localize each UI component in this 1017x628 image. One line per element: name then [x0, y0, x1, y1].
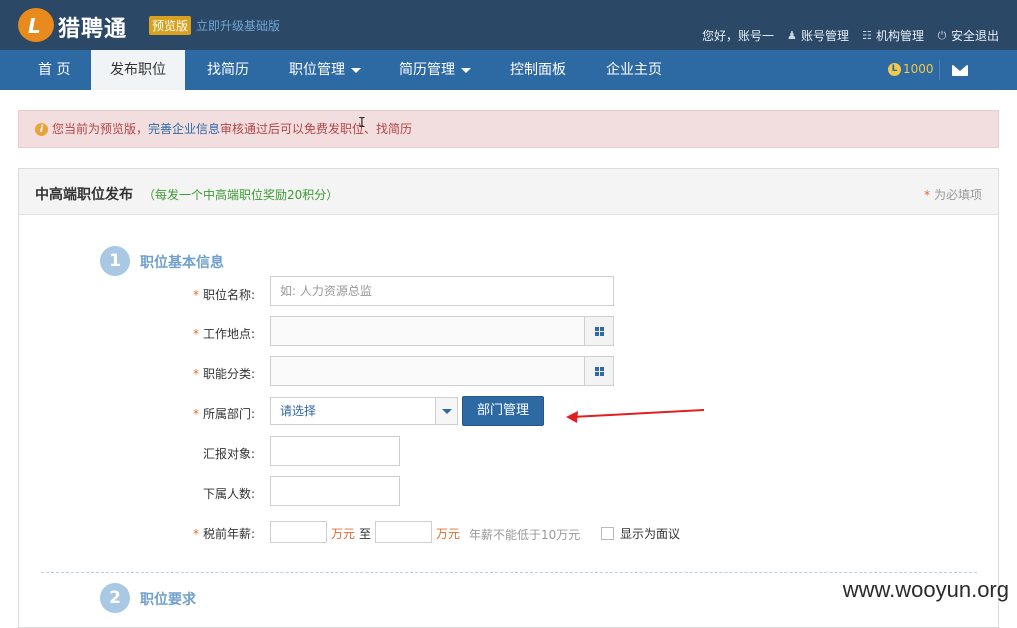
brand-name[interactable]: 猎聘通	[58, 11, 127, 43]
nav-resume-manage[interactable]: 简历管理	[380, 50, 490, 90]
required-star: *	[924, 188, 931, 202]
nav-resume-manage-label: 简历管理	[399, 62, 455, 78]
subordinates-label: 下属人数:	[202, 487, 255, 501]
nav-job-manage[interactable]: 职位管理	[270, 50, 380, 90]
location-label-text: 工作地点:	[202, 327, 255, 341]
location-picker-button[interactable]	[584, 317, 613, 345]
nav-home[interactable]: 首 页	[19, 50, 89, 90]
text-cursor-icon: I	[358, 116, 366, 131]
required-star: *	[192, 527, 199, 541]
info-icon: i	[35, 123, 48, 136]
department-label: * 所属部门:	[175, 405, 255, 422]
nav-company-page[interactable]: 企业主页	[587, 50, 681, 90]
salary-min-input[interactable]	[270, 521, 327, 543]
nav-job-manage-label: 职位管理	[289, 62, 345, 78]
required-star: *	[192, 327, 199, 341]
nav-post-job[interactable]: 发布职位	[91, 50, 185, 90]
required-star: *	[192, 288, 199, 302]
alert-prefix: 您当前为预览版，	[52, 122, 149, 136]
annotation-arrow-line	[571, 409, 705, 418]
salary-to-text: 至	[359, 527, 372, 541]
user-area: 您好，账号一 ♟ 账号管理 ☷ 机构管理 ⏻ 安全退出	[702, 27, 999, 44]
step-title: 职位基本信息	[140, 255, 224, 271]
report-to-input[interactable]	[270, 436, 400, 466]
required-note: * 为必填项	[924, 186, 982, 203]
chevron-down-icon	[351, 67, 361, 73]
preview-alert: i 您当前为预览版，完善企业信息审核通过后可以免费发职位、找简历	[18, 110, 999, 148]
coin-count: 1000	[903, 62, 934, 76]
salary-hint: 年薪不能低于10万元	[469, 528, 581, 542]
category-label-text: 职能分类:	[202, 367, 255, 381]
step-number: 1	[100, 246, 130, 276]
nav-find-resume[interactable]: 找简历	[188, 50, 268, 90]
section-divider	[41, 572, 977, 573]
logo-icon[interactable]: L	[18, 8, 54, 42]
preview-badge: 预览版	[149, 16, 192, 35]
annotation-arrow	[566, 409, 705, 423]
salary-max-unit: 万元	[436, 527, 461, 541]
grid-icon	[595, 367, 604, 376]
chevron-down-icon[interactable]	[435, 398, 457, 424]
org-manage-label: 机构管理	[875, 29, 924, 43]
org-chart-icon: ☷	[862, 28, 872, 42]
account-manage-label: 账号管理	[800, 29, 849, 43]
top-bar: L 猎聘通 预览版 立即升级基础版 您好，账号一 ♟ 账号管理 ☷ 机构管理 ⏻…	[0, 0, 1017, 50]
negotiable-checkbox[interactable]	[601, 527, 614, 540]
alert-suffix: 审核通过后可以免费发职位、找简历	[220, 122, 413, 136]
department-select-value: 请选择	[280, 404, 317, 418]
department-manage-button[interactable]: 部门管理	[462, 396, 544, 426]
greeting-text: 您好，账号一	[701, 29, 774, 43]
step-title: 职位要求	[140, 592, 196, 608]
department-select[interactable]: 请选择	[270, 397, 458, 425]
job-title-input[interactable]: 如: 人力资源总监	[270, 276, 614, 306]
logout-link[interactable]: ⏻ 安全退出	[936, 27, 999, 44]
complete-company-info-link[interactable]: 完善企业信息	[148, 122, 220, 136]
coin-balance[interactable]: L 1000	[888, 62, 934, 76]
subordinates-input[interactable]	[270, 476, 400, 506]
chevron-down-icon	[461, 67, 471, 73]
location-label: * 工作地点:	[175, 325, 255, 342]
job-post-panel: 中高端职位发布 （每发一个中高端职位奖励20积分） * 为必填项 1 职位基本信…	[18, 168, 999, 628]
power-icon: ⏻	[937, 28, 947, 42]
salary-min-unit: 万元	[331, 527, 356, 541]
panel-subtitle: （每发一个中高端职位奖励20积分）	[143, 188, 339, 202]
step-number: 2	[100, 583, 130, 613]
nav-control-panel[interactable]: 控制面板	[491, 50, 585, 90]
required-note-text: 为必填项	[933, 188, 982, 202]
department-label-text: 所属部门:	[202, 407, 255, 421]
location-picker[interactable]	[270, 316, 614, 346]
salary-label-text: 税前年薪:	[202, 527, 255, 541]
user-icon: ♟	[787, 28, 797, 42]
category-picker-button[interactable]	[584, 357, 613, 385]
salary-label: * 税前年薪:	[175, 525, 255, 542]
logout-label: 安全退出	[950, 29, 999, 43]
account-manage-link[interactable]: ♟ 账号管理	[786, 27, 849, 44]
watermark: www.wooyun.org	[842, 577, 1009, 602]
annotation-arrow-head	[566, 411, 578, 423]
category-label: * 职能分类:	[175, 365, 255, 382]
negotiable-label[interactable]: 显示为面议	[620, 525, 680, 542]
org-manage-link[interactable]: ☷ 机构管理	[861, 27, 924, 44]
job-title-label-text: 职位名称:	[202, 288, 255, 302]
category-picker[interactable]	[270, 356, 614, 386]
grid-icon	[595, 327, 604, 336]
panel-title: 中高端职位发布	[35, 187, 133, 203]
nav-divider	[939, 60, 940, 80]
salary-max-input[interactable]	[375, 521, 432, 543]
job-title-label: * 职位名称:	[175, 286, 255, 303]
panel-header: 中高端职位发布 （每发一个中高端职位奖励20积分） * 为必填项	[19, 169, 998, 215]
mail-icon[interactable]	[952, 65, 968, 76]
report-to-label: 汇报对象:	[202, 447, 255, 461]
upgrade-link[interactable]: 立即升级基础版	[196, 17, 280, 34]
main-nav: 首 页 发布职位 找简历 职位管理 简历管理 控制面板 企业主页	[0, 50, 1017, 90]
coin-icon: L	[888, 62, 901, 76]
required-star: *	[192, 367, 199, 381]
required-star: *	[192, 407, 199, 421]
